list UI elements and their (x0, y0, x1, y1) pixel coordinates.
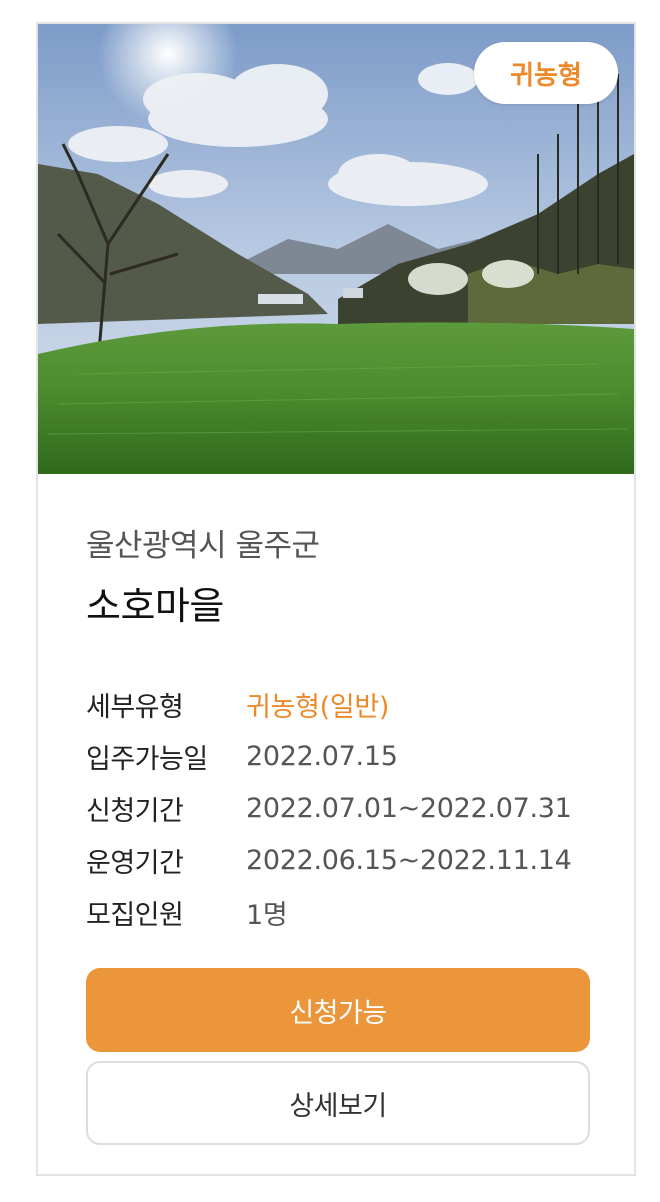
village-card: 귀농형 울산광역시 울주군 소호마을 세부유형 귀농형(일반) 입주가능일 20… (36, 22, 636, 1176)
detail-label: 입주가능일 (86, 743, 208, 775)
detail-value: 1명 (246, 899, 288, 931)
detail-row-subtype: 세부유형 귀농형(일반) (86, 678, 606, 730)
detail-label: 모집인원 (86, 899, 184, 931)
detail-label: 세부유형 (86, 691, 184, 723)
detail-row-move-in-date: 입주가능일 2022.07.15 (86, 730, 606, 782)
detail-row-application-period: 신청기간 2022.07.01~2022.07.31 (86, 782, 606, 834)
detail-value: 2022.06.15~2022.11.14 (246, 844, 572, 876)
detail-label: 운영기간 (86, 847, 184, 879)
detail-value: 2022.07.01~2022.07.31 (246, 792, 572, 824)
type-badge: 귀농형 (474, 42, 618, 104)
detail-value: 귀농형(일반) (246, 691, 390, 723)
detail-value: 2022.07.15 (246, 740, 398, 772)
village-name: 소호마을 (86, 584, 224, 628)
apply-button[interactable]: 신청가능 (86, 968, 590, 1052)
detail-row-recruitment: 모집인원 1명 (86, 886, 606, 938)
village-photo: 귀농형 (38, 24, 634, 474)
detail-row-operation-period: 운영기간 2022.06.15~2022.11.14 (86, 834, 606, 886)
detail-label: 신청기간 (86, 795, 184, 827)
view-details-button[interactable]: 상세보기 (86, 1061, 590, 1145)
detail-list: 세부유형 귀농형(일반) 입주가능일 2022.07.15 신청기간 2022.… (86, 678, 606, 938)
region-label: 울산광역시 울주군 (86, 528, 320, 564)
